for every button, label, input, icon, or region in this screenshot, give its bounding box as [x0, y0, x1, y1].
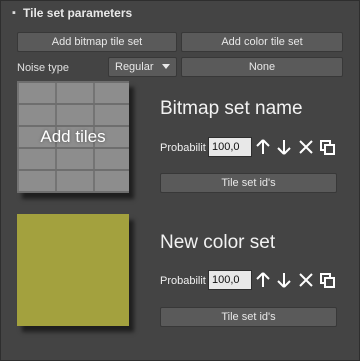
probability-label: Probabilit [160, 142, 206, 154]
copy-icon [319, 139, 335, 155]
tile-set-ids-button[interactable]: Tile set id's [160, 173, 337, 193]
delete-button[interactable] [297, 137, 315, 157]
noise-none-button[interactable]: None [181, 57, 343, 77]
move-up-button[interactable] [254, 270, 272, 290]
chevron-down-icon [162, 64, 170, 69]
probability-input[interactable]: 100,0 [208, 137, 252, 157]
arrow-down-icon [277, 140, 291, 155]
tile-set-ids-button[interactable]: Tile set id's [160, 307, 337, 327]
noise-type-selected: Regular [115, 61, 154, 73]
rollout-title: Tile set parameters [23, 6, 133, 20]
duplicate-button[interactable] [318, 270, 336, 290]
tile-set-parameters-panel: ▪ Tile set parameters Add bitmap tile se… [0, 0, 360, 361]
bitmap-tile-thumbnail[interactable]: Add tiles [17, 81, 129, 193]
rollout-header[interactable]: ▪ Tile set parameters [5, 3, 357, 23]
delete-button[interactable] [297, 270, 315, 290]
close-icon [299, 140, 313, 154]
copy-icon [319, 272, 335, 288]
close-icon [299, 273, 313, 287]
noise-type-label: Noise type [17, 62, 69, 74]
add-tiles-label: Add tiles [40, 127, 106, 146]
move-down-button[interactable] [275, 270, 293, 290]
noise-type-select[interactable]: Regular [108, 57, 177, 77]
tile-set-name[interactable]: Bitmap set name [160, 98, 303, 120]
arrow-up-icon [256, 139, 270, 154]
add-color-tile-set-button[interactable]: Add color tile set [181, 32, 343, 52]
arrow-down-icon [277, 273, 291, 288]
arrow-up-icon [256, 272, 270, 287]
duplicate-button[interactable] [318, 137, 336, 157]
add-bitmap-tile-set-button[interactable]: Add bitmap tile set [17, 32, 177, 52]
color-tile-thumbnail[interactable] [17, 214, 129, 326]
probability-input[interactable]: 100,0 [208, 270, 252, 290]
rollout-collapse-icon[interactable]: ▪ [7, 6, 21, 20]
move-down-button[interactable] [275, 137, 293, 157]
move-up-button[interactable] [254, 137, 272, 157]
probability-label: Probabilit [160, 275, 206, 287]
tile-set-name[interactable]: New color set [160, 232, 275, 254]
